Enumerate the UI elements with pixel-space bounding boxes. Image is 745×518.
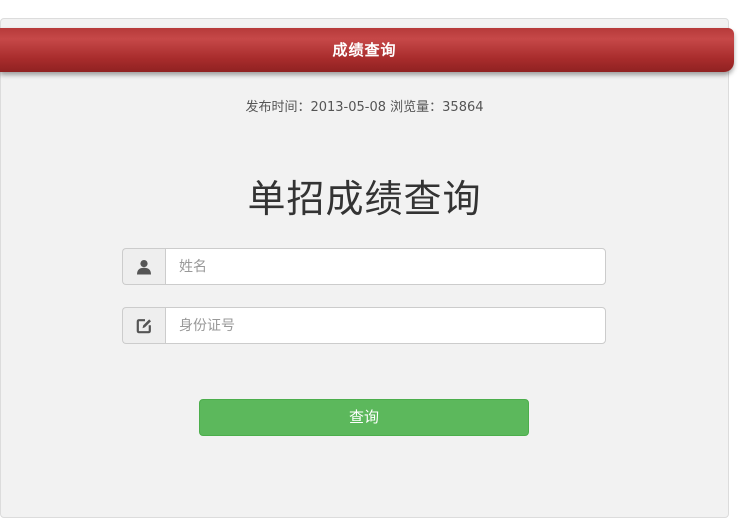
page-title: 单招成绩查询	[247, 177, 482, 221]
edit-icon	[122, 307, 165, 344]
publish-meta: 发布时间：2013-05-08 浏览量：35864	[245, 100, 484, 115]
header-title: 成绩查询	[332, 41, 397, 59]
name-input[interactable]	[165, 248, 606, 285]
header-ribbon: 成绩查询	[0, 28, 734, 72]
user-icon	[122, 248, 165, 285]
query-button[interactable]: 查询	[199, 399, 529, 436]
id-input-group	[122, 307, 606, 344]
name-input-group	[122, 248, 606, 285]
id-number-input[interactable]	[165, 307, 606, 344]
